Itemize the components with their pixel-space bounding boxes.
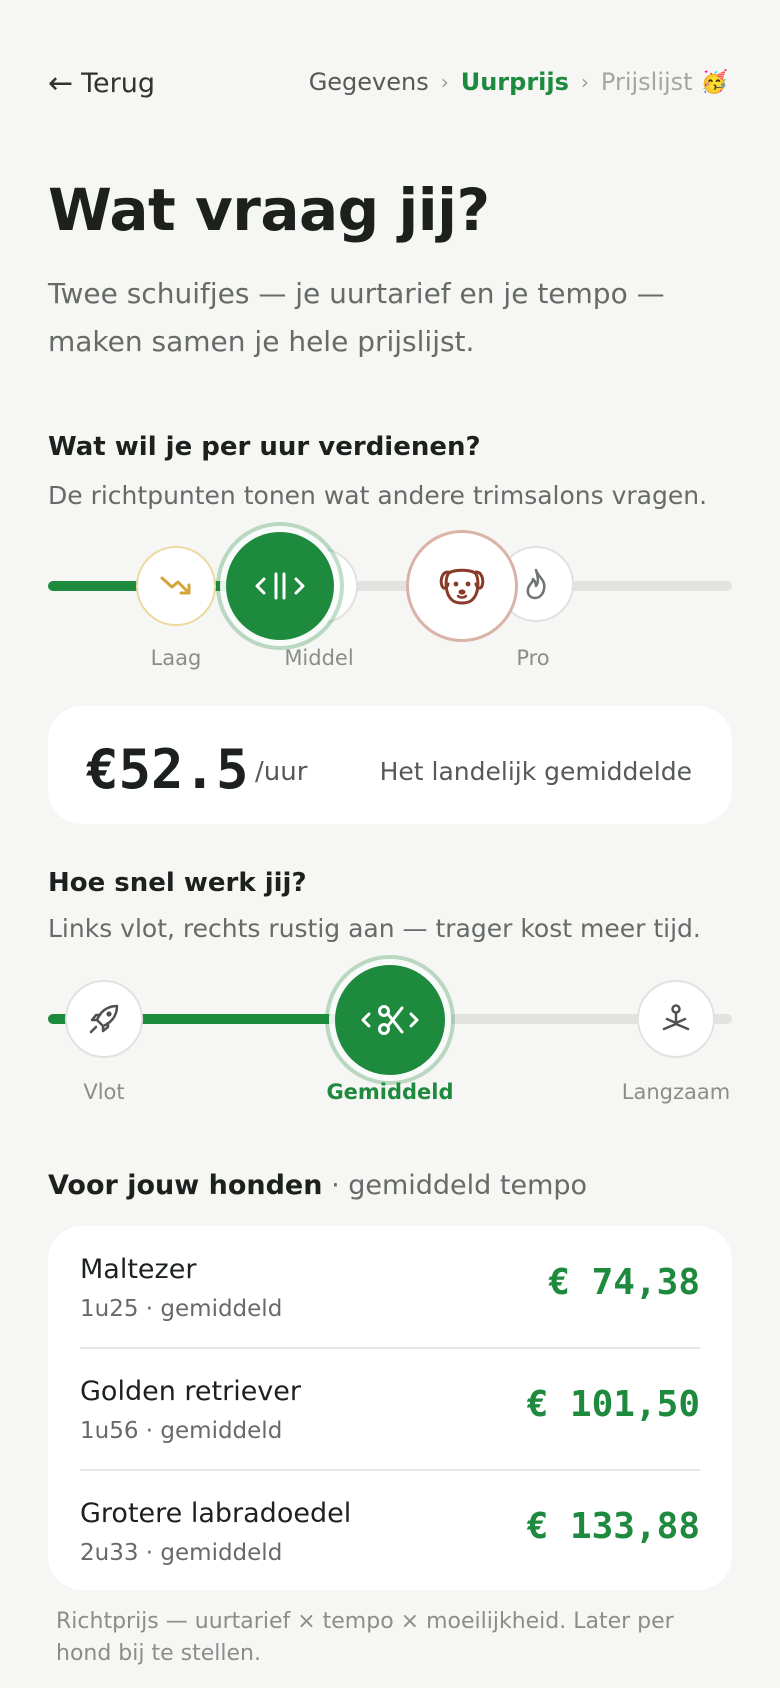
arrow-left-icon: ← xyxy=(48,65,74,101)
tempo-hint: Links vlot, rechts rustig aan — trager k… xyxy=(48,914,701,943)
dog-face-icon xyxy=(439,568,485,605)
dogs-heading-tempo: · gemiddeld tempo xyxy=(331,1170,588,1201)
list-item[interactable]: Maltezer 1u25 · gemiddeld € 74,38 xyxy=(80,1226,700,1348)
rate-point-laag[interactable] xyxy=(136,546,216,626)
rate-slider-handle[interactable] xyxy=(226,532,334,640)
chevron-right-icon: › xyxy=(440,70,449,94)
scissors-icon xyxy=(361,1005,419,1035)
breadcrumb-prijslijst: Prijslijst xyxy=(600,68,693,96)
meditation-icon xyxy=(662,1004,690,1031)
dogs-heading-title: Voor jouw honden xyxy=(48,1170,323,1201)
tempo-point-langzaam[interactable] xyxy=(637,980,715,1058)
breadcrumb-gegevens[interactable]: Gegevens xyxy=(309,68,429,96)
rate-question: Wat wil je per uur verdienen? xyxy=(48,432,481,462)
chevron-right-icon: › xyxy=(580,70,589,94)
dog-name: Grotere labradoedel xyxy=(80,1498,352,1529)
tempo-level-label: Langzaam xyxy=(621,1080,731,1104)
rate-level-label: Laag xyxy=(150,646,202,670)
tempo-level-label: Vlot xyxy=(83,1080,125,1104)
trend-down-icon xyxy=(160,576,191,595)
breadcrumb-uurprijs[interactable]: Uurprijs xyxy=(461,68,569,96)
tempo-slider-handle[interactable] xyxy=(335,965,445,1075)
dog-name: Maltezer xyxy=(80,1254,197,1285)
dog-price: € 133,88 xyxy=(526,1506,700,1547)
flame-icon xyxy=(526,568,546,600)
dogs-heading: Voor jouw honden · gemiddeld tempo xyxy=(48,1170,587,1201)
page-subtitle: Twee schuifjes — je uurtarief en je temp… xyxy=(48,277,665,358)
list-item[interactable]: Grotere labradoedel 2u33 · gemiddeld € 1… xyxy=(80,1470,700,1592)
dog-price: € 101,50 xyxy=(526,1384,700,1425)
dog-price: € 74,38 xyxy=(548,1262,700,1303)
list-item[interactable]: Golden retriever 1u56 · gemiddeld € 101,… xyxy=(80,1348,700,1470)
page-title: Wat vraag jij? xyxy=(48,176,490,244)
rocket-icon xyxy=(89,1004,119,1034)
rate-value: €52.5 xyxy=(86,738,249,801)
rate-level-label: Pro xyxy=(516,646,550,670)
tempo-point-vlot[interactable] xyxy=(65,980,143,1058)
tempo-level-label-active: Gemiddeld xyxy=(326,1080,454,1104)
rate-hint: De richtpunten tonen wat andere trimsalo… xyxy=(48,481,708,510)
breadcrumb: Gegevens › Uurprijs › Prijslijst 🥳 xyxy=(309,68,728,96)
party-face-icon: 🥳 xyxy=(700,69,728,95)
dog-meta: 2u33 · gemiddeld xyxy=(80,1540,283,1566)
rate-caption: Het landelijk gemiddelde xyxy=(379,757,692,786)
footnote: Richtprijs — uurtarief × tempo × moeilij… xyxy=(56,1609,674,1666)
rate-unit: /uur xyxy=(255,757,308,787)
back-button[interactable]: ← Terug xyxy=(48,68,155,99)
dog-meta: 1u56 · gemiddeld xyxy=(80,1418,283,1444)
tempo-question: Hoe snel werk jij? xyxy=(48,868,307,898)
drag-handle-icon xyxy=(255,572,305,600)
back-label: Terug xyxy=(81,68,156,99)
dog-meta: 1u25 · gemiddeld xyxy=(80,1296,283,1322)
dog-name: Golden retriever xyxy=(80,1376,301,1407)
rate-dog-marker xyxy=(406,530,518,642)
rate-level-label: Middel xyxy=(284,646,354,670)
